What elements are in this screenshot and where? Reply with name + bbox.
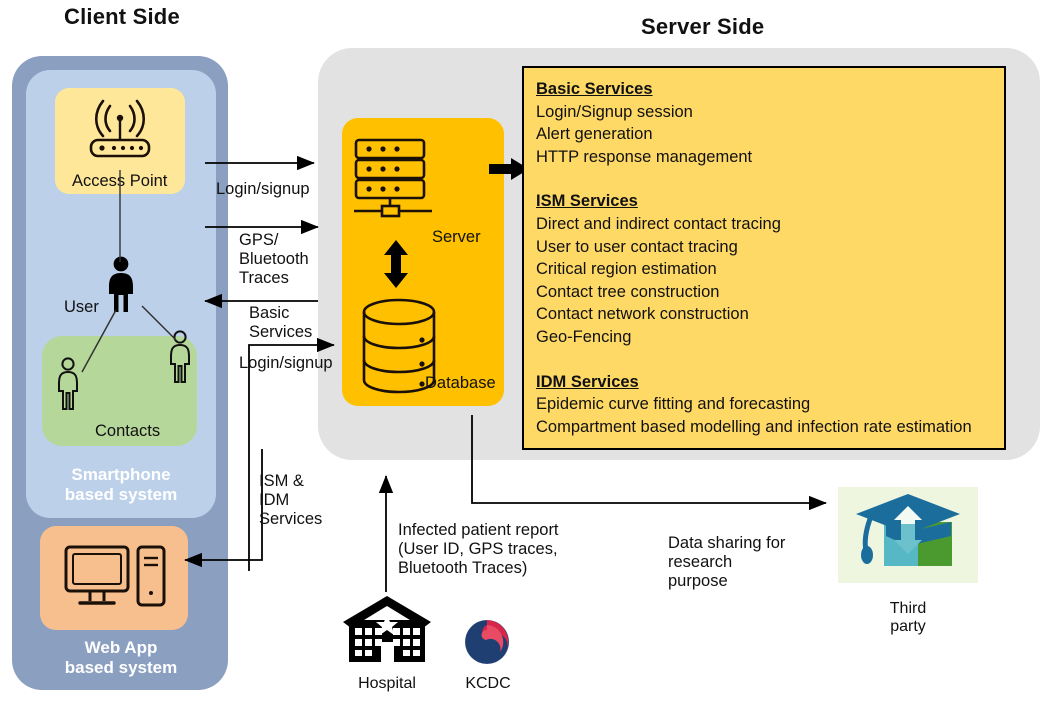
web-app-system-caption: Web App based system [26,638,216,678]
service-item: Contact tree construction [536,282,720,301]
access-point-label: Access Point [72,172,168,190]
flow-label-basic-services: Basic Services [249,304,313,341]
page-title-client: Client Side [64,4,180,29]
flow-label-infected-report: Infected patient report (User ID, GPS tr… [398,521,559,577]
contacts-label: Contacts [95,422,161,440]
flow-label-login-signup-webapp: Login/signup [239,354,333,372]
hospital-building-icon [343,596,431,662]
services-panel: Basic Services Login/Signup session Aler… [522,66,1006,450]
service-group: Basic Services Login/Signup session Aler… [536,78,1004,168]
web-app-system-line1: Web App [84,638,158,657]
service-item: User to user contact tracing [536,237,738,256]
service-item: Compartment based modelling and infectio… [536,417,972,436]
services-spacer [536,349,1004,371]
service-group-heading: Basic Services [536,80,653,98]
third-party-caption: Third party [838,600,978,636]
service-item: Geo-Fencing [536,327,632,346]
smartphone-system-line2: based system [64,485,178,504]
desktop-computer-icon [64,545,166,607]
flow-label-ism-idm: ISM & IDM Services [259,472,323,528]
service-group: IDM Services Epidemic curve fitting and … [536,371,1004,439]
person-outline-icon [170,330,190,383]
server-rack-icon [354,138,432,218]
flow-label-gps-bluetooth: GPS/ Bluetooth Traces [239,231,309,287]
third-party-line1: Third [889,600,927,617]
flow-label-login-signup-top: Login/signup [216,180,310,198]
smartphone-system-line1: Smartphone [71,465,171,484]
database-node-label: Database [425,374,496,392]
services-spacer [536,168,1004,190]
service-group-heading: IDM Services [536,372,639,391]
person-filled-icon [109,256,133,312]
service-group: ISM Services Direct and indirect contact… [536,190,1004,348]
graduation-cap-exchange-icon [856,494,960,566]
service-item: Contact network construction [536,305,749,324]
person-outline-icon [58,357,78,410]
kcdc-label: KCDC [465,675,511,692]
service-item: Epidemic curve fitting and forecasting [536,395,811,414]
user-label: User [64,298,99,316]
page-title-server: Server Side [641,14,765,39]
kcdc-taeguk-logo-icon [464,619,510,665]
service-item: Alert generation [536,125,653,144]
service-item: Critical region estimation [536,260,717,279]
service-item: HTTP response management [536,147,753,166]
flow-label-data-sharing: Data sharing for research purpose [668,534,786,590]
wifi-router-icon [89,99,151,158]
web-app-system-line2: based system [64,658,178,677]
third-party-line2: party [890,618,926,635]
service-group-heading: ISM Services [536,192,638,211]
server-node-label: Server [432,228,481,246]
double-arrow-vertical-icon [384,240,408,288]
service-item: Login/Signup session [536,102,693,121]
hospital-label: Hospital [358,675,416,692]
smartphone-system-caption: Smartphone based system [26,465,216,505]
service-item: Direct and indirect contact tracing [536,214,781,233]
